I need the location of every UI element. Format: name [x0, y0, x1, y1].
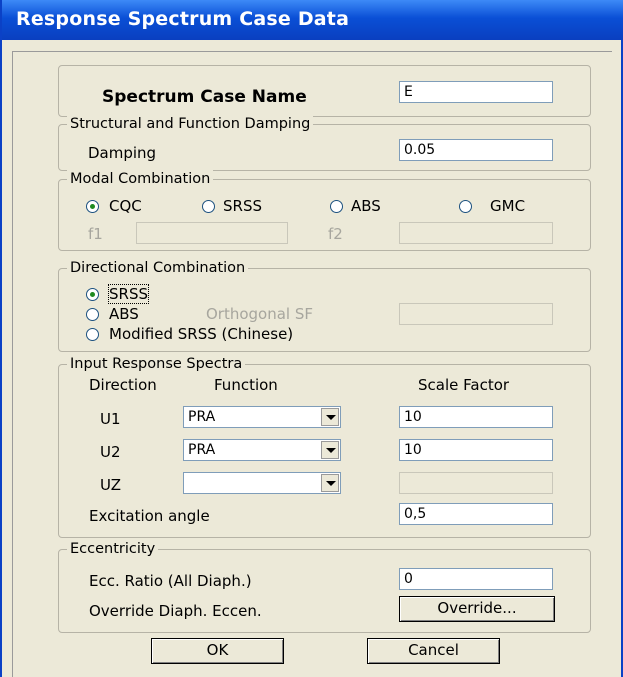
- function-select-u2[interactable]: PRA: [183, 439, 341, 461]
- input-response-spectra-group: Input Response Spectra Direction Functio…: [58, 354, 591, 538]
- case-name-input[interactable]: E: [399, 81, 553, 103]
- f1-label: f1: [88, 225, 103, 243]
- function-select-u1[interactable]: PRA: [183, 406, 341, 428]
- dialog-body: Spectrum Case Name E Structural and Func…: [12, 51, 612, 677]
- chevron-down-icon[interactable]: [321, 474, 339, 492]
- damping-label: Damping: [88, 144, 157, 162]
- f1-input: [136, 222, 288, 244]
- damping-input[interactable]: 0.05: [399, 139, 553, 161]
- eccentricity-legend: Eccentricity: [67, 539, 159, 559]
- orthogonal-sf-input: [399, 303, 553, 325]
- f2-label: f2: [328, 225, 343, 243]
- radio-abs-label: ABS: [351, 197, 381, 215]
- chevron-down-icon[interactable]: [321, 441, 339, 459]
- scale-factor-input-uz: [399, 472, 553, 494]
- modal-combination-legend: Modal Combination: [67, 169, 214, 189]
- col-direction-header: Direction: [89, 376, 157, 394]
- function-select-uz[interactable]: [183, 472, 341, 494]
- row-direction-u2: U2: [100, 443, 121, 461]
- window-title: Response Spectrum Case Data: [16, 8, 350, 30]
- row-direction-u1: U1: [100, 410, 121, 428]
- radio-dir-abs[interactable]: [86, 308, 99, 321]
- function-select-u2-value: PRA: [188, 442, 216, 458]
- radio-abs[interactable]: [330, 200, 343, 213]
- f2-input: [399, 222, 553, 244]
- radio-gmc[interactable]: [459, 200, 472, 213]
- radio-gmc-label: GMC: [490, 197, 526, 215]
- override-button[interactable]: Override...: [399, 596, 555, 622]
- dialog-window: Response Spectrum Case Data Spectrum Cas…: [0, 0, 623, 677]
- excitation-angle-input[interactable]: 0,5: [399, 503, 553, 525]
- function-select-u1-value: PRA: [188, 409, 216, 425]
- row-direction-uz: UZ: [100, 476, 121, 494]
- radio-srss-label: SRSS: [223, 197, 262, 215]
- radio-dir-modified-srss[interactable]: [86, 328, 99, 341]
- ecc-ratio-label: Ecc. Ratio (All Diaph.): [89, 572, 252, 590]
- directional-combination-legend: Directional Combination: [67, 258, 249, 278]
- damping-legend: Structural and Function Damping: [67, 114, 314, 134]
- eccentricity-group: Eccentricity Ecc. Ratio (All Diaph.) 0 O…: [58, 539, 591, 633]
- orthogonal-sf-label: Orthogonal SF: [206, 305, 314, 323]
- ecc-ratio-input[interactable]: 0: [399, 568, 553, 590]
- radio-dir-srss-label: SRSS: [108, 284, 149, 304]
- radio-dir-abs-label: ABS: [109, 305, 139, 323]
- col-function-header: Function: [214, 376, 278, 394]
- modal-combination-group: Modal Combination CQC SRSS ABS GMC f1 f2: [58, 169, 591, 251]
- cancel-button[interactable]: Cancel: [367, 638, 500, 664]
- radio-cqc[interactable]: [86, 200, 99, 213]
- radio-cqc-label: CQC: [109, 197, 142, 215]
- ok-button[interactable]: OK: [151, 638, 284, 664]
- input-response-spectra-legend: Input Response Spectra: [67, 354, 246, 374]
- scale-factor-input-u2[interactable]: 10: [399, 439, 553, 461]
- radio-srss[interactable]: [202, 200, 215, 213]
- chevron-down-icon[interactable]: [321, 408, 339, 426]
- excitation-angle-label: Excitation angle: [89, 507, 210, 525]
- override-label: Override Diaph. Eccen.: [89, 602, 262, 620]
- scale-factor-input-u1[interactable]: 10: [399, 406, 553, 428]
- radio-dir-modified-srss-label: Modified SRSS (Chinese): [109, 325, 294, 343]
- case-name-label: Spectrum Case Name: [102, 87, 307, 107]
- title-bar[interactable]: Response Spectrum Case Data: [2, 0, 623, 40]
- col-scale-factor-header: Scale Factor: [418, 376, 510, 394]
- directional-combination-group: Directional Combination SRSS ABS Orthogo…: [58, 258, 591, 352]
- radio-dir-srss[interactable]: [86, 288, 99, 301]
- damping-group: Structural and Function Damping Damping …: [58, 114, 591, 171]
- case-name-group: Spectrum Case Name E: [58, 65, 591, 117]
